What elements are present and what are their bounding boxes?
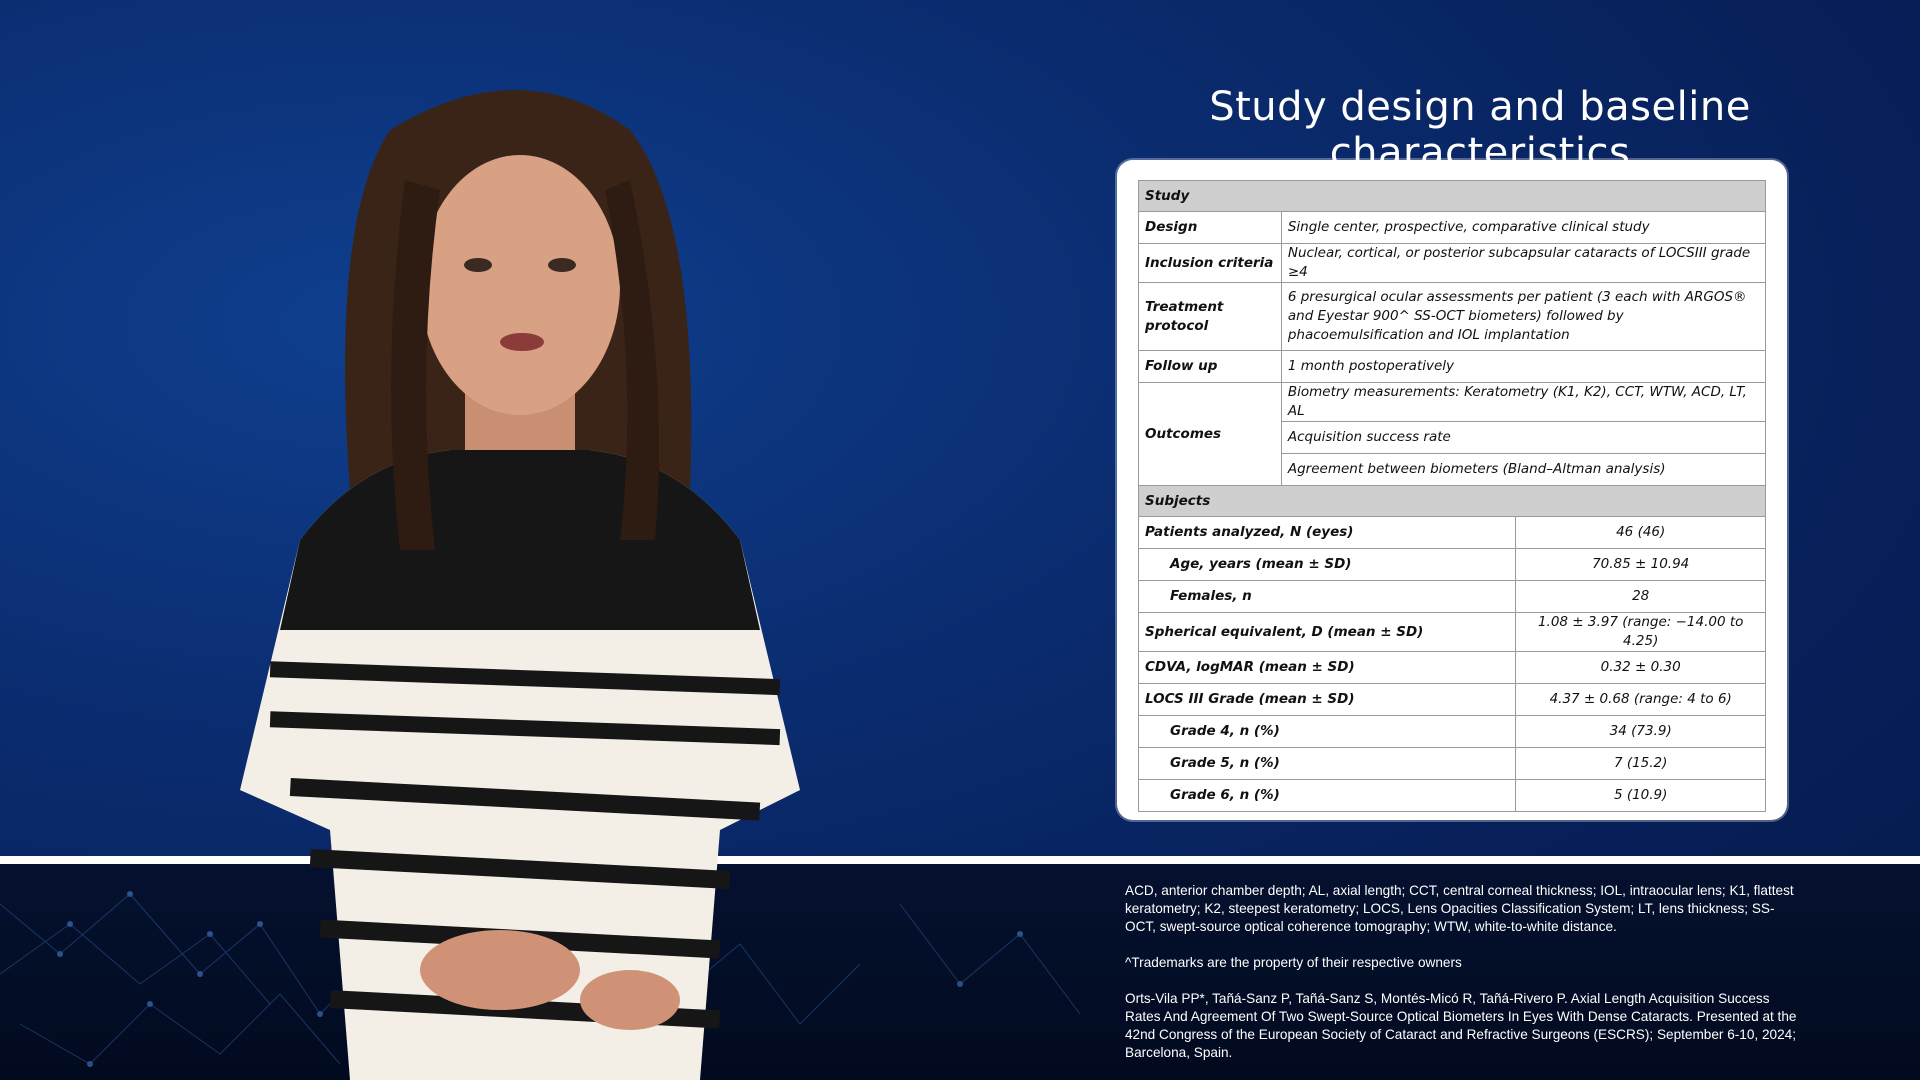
subjects-section-header: Subjects [1138,485,1766,517]
outcome-value-1: Biometry measurements: Keratometry (K1, … [1280,382,1767,422]
followup-label: Follow up [1138,350,1282,383]
table-row: Grade 4, n (%) 34 (73.9) [1137,715,1766,748]
subject-value: 70.85 ± 10.94 [1515,548,1766,581]
subject-value: 1.08 ± 3.97 (range: −14.00 to 4.25) [1515,612,1766,652]
video-frame: Study design and baseline characteristic… [0,0,1920,1080]
subject-value: 7 (15.2) [1515,747,1766,780]
outcome-value-3: Agreement between biometers (Bland–Altma… [1280,453,1767,486]
subject-value: 46 (46) [1515,516,1766,549]
treatment-value: 6 presurgical ocular assessments per pat… [1280,282,1767,351]
footnotes: ACD, anterior chamber depth; AL, axial l… [1125,882,1805,1080]
abbreviations-note: ACD, anterior chamber depth; AL, axial l… [1125,883,1794,934]
presenter-image [240,90,800,1080]
subject-label: Patients analyzed, N (eyes) [1137,516,1517,549]
table-row: Spherical equivalent, D (mean ± SD) 1.08… [1137,612,1766,652]
inclusion-value: Nuclear, cortical, or posterior subcapsu… [1280,243,1767,283]
outcomes-label: Outcomes [1138,382,1282,486]
table-row-design: Design Single center, prospective, compa… [1138,211,1767,244]
study-section-header: Study [1138,180,1766,212]
table-row-inclusion: Inclusion criteria Nuclear, cortical, or… [1138,243,1767,283]
design-value: Single center, prospective, comparative … [1280,211,1767,244]
study-header-cell: Study [1138,180,1766,212]
inclusion-label: Inclusion criteria [1138,243,1282,283]
subject-label: Grade 6, n (%) [1137,779,1517,812]
reference-note: Orts-Vila PP*, Tañá-Sanz P, Tañá-Sanz S,… [1125,991,1797,1060]
table-row-treatment: Treatment protocol 6 presurgical ocular … [1138,282,1767,351]
subjects-header-cell: Subjects [1138,485,1766,517]
table-row: Age, years (mean ± SD) 70.85 ± 10.94 [1137,548,1766,581]
table-row: CDVA, logMAR (mean ± SD) 0.32 ± 0.30 [1137,651,1766,684]
subject-value: 34 (73.9) [1515,715,1766,748]
subject-label: Grade 4, n (%) [1137,715,1517,748]
subject-value: 5 (10.9) [1515,779,1766,812]
subject-value: 0.32 ± 0.30 [1515,651,1766,684]
table-row-outcomes-1: Outcomes Biometry measurements: Keratome… [1138,382,1767,486]
followup-value: 1 month postoperatively [1280,350,1767,383]
table-row-followup: Follow up 1 month postoperatively [1138,350,1767,383]
treatment-label: Treatment protocol [1138,282,1282,351]
subject-value: 28 [1515,580,1766,613]
subject-value: 4.37 ± 0.68 (range: 4 to 6) [1515,683,1766,716]
subject-label: Spherical equivalent, D (mean ± SD) [1137,612,1517,652]
outcome-value-2: Acquisition success rate [1280,421,1767,454]
table-row: Patients analyzed, N (eyes) 46 (46) [1137,516,1766,549]
subject-label: Grade 5, n (%) [1137,747,1517,780]
table-row: Grade 6, n (%) 5 (10.9) [1137,779,1766,812]
design-label: Design [1138,211,1282,244]
subject-label: LOCS III Grade (mean ± SD) [1137,683,1517,716]
table-row: LOCS III Grade (mean ± SD) 4.37 ± 0.68 (… [1137,683,1766,716]
study-table: Study Design Single center, prospective,… [1137,180,1767,812]
subject-label: Age, years (mean ± SD) [1137,548,1517,581]
table-row: Grade 5, n (%) 7 (15.2) [1137,747,1766,780]
trademark-note: ^Trademarks are the property of their re… [1125,955,1462,970]
subject-label: Females, n [1137,580,1517,613]
subject-label: CDVA, logMAR (mean ± SD) [1137,651,1517,684]
table-row: Females, n 28 [1137,580,1766,613]
study-table-card: Study Design Single center, prospective,… [1117,160,1787,820]
